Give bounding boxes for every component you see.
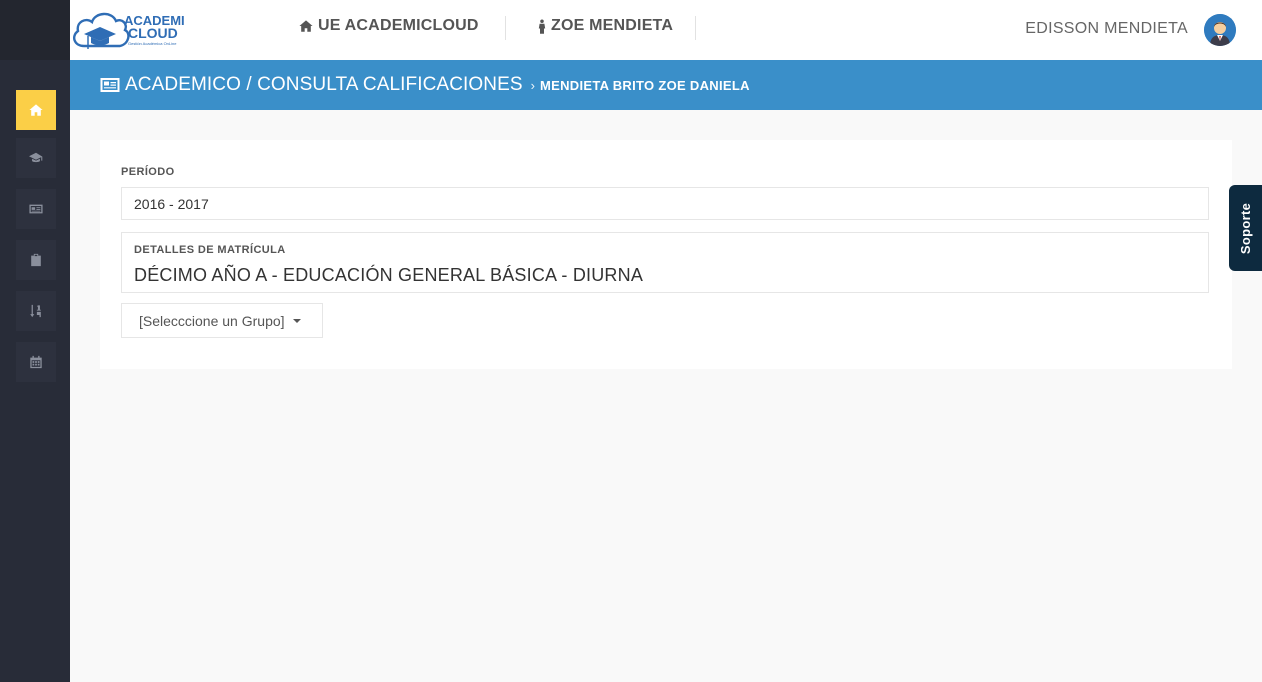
- sidebar-item-academic[interactable]: [16, 138, 56, 178]
- group-select-button[interactable]: [Selecccione un Grupo]: [121, 303, 323, 338]
- sidebar-header: [0, 0, 70, 60]
- breadcrumb-separator: ›: [530, 77, 535, 93]
- person-icon: [538, 19, 546, 34]
- nav-student-label: ZOE MENDIETA: [551, 17, 674, 34]
- user-avatar[interactable]: [1204, 14, 1236, 46]
- logo-tagline: Gestión Académica OnLine: [128, 41, 177, 46]
- sidebar-item-sort[interactable]: [16, 291, 56, 331]
- group-select-label: [Selecccione un Grupo]: [139, 312, 285, 329]
- user-name[interactable]: EDISSON MENDIETA: [1025, 20, 1188, 38]
- enrollment-details-label: DETALLES DE MATRÍCULA: [134, 244, 286, 256]
- nav-institution-label: UE ACADEMICLOUD: [318, 17, 479, 34]
- graduation-cap-icon: [29, 152, 43, 163]
- home-icon: [299, 20, 313, 32]
- nav-institution[interactable]: UE ACADEMICLOUD: [299, 17, 479, 35]
- id-card-icon: [100, 78, 120, 92]
- sidebar-item-reports[interactable]: [16, 240, 56, 280]
- calendar-icon: [30, 355, 42, 369]
- sidebar-item-calendar[interactable]: [16, 342, 56, 382]
- page-header: ACADEMICO / CONSULTA CALIFICACIONES › ME…: [70, 60, 1262, 110]
- logo-text-bottom: CLOUD: [128, 25, 178, 41]
- periodo-label: PERÍODO: [121, 166, 175, 178]
- caret-down-icon: [292, 318, 301, 323]
- page-title: ACADEMICO / CONSULTA CALIFICACIONES: [125, 74, 523, 95]
- nav-student[interactable]: ZOE MENDIETA: [538, 17, 673, 35]
- academicloud-logo[interactable]: ACADEMI CLOUD Gestión Académica OnLine: [70, 6, 190, 54]
- top-navbar: ACADEMI CLOUD Gestión Académica OnLine U…: [70, 0, 1262, 60]
- grades-panel: PERÍODO 2016 - 2017 DETALLES DE MATRÍCUL…: [100, 140, 1232, 369]
- enrollment-details-value: DÉCIMO AÑO A - EDUCACIÓN GENERAL BÁSICA …: [134, 265, 644, 285]
- clipboard-icon: [31, 253, 41, 267]
- support-tab[interactable]: Soporte: [1229, 185, 1262, 271]
- nav-divider: [505, 16, 506, 40]
- support-tab-label: Soporte: [1238, 202, 1253, 254]
- sidebar-item-records[interactable]: [16, 189, 56, 229]
- nav-divider: [695, 16, 696, 40]
- sort-numeric-icon: [30, 304, 41, 318]
- periodo-field[interactable]: 2016 - 2017: [121, 187, 1209, 220]
- enrollment-details: DETALLES DE MATRÍCULA DÉCIMO AÑO A - EDU…: [121, 232, 1209, 293]
- student-name: MENDIETA BRITO ZOE DANIELA: [539, 77, 750, 93]
- sidebar-item-home[interactable]: [16, 90, 56, 130]
- sidebar: [0, 0, 70, 682]
- id-card-icon: [29, 204, 43, 214]
- avatar-icon: [1204, 14, 1236, 46]
- home-icon: [29, 104, 43, 116]
